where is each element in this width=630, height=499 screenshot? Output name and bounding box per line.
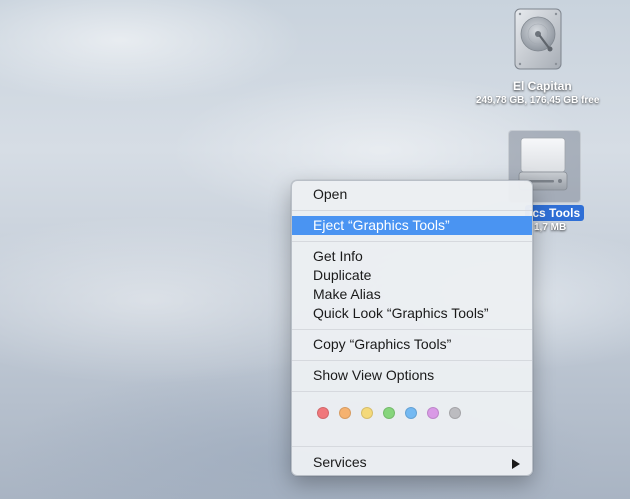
tag-gray[interactable] xyxy=(449,407,461,419)
disk-info-graphics-tools: 1,7 MB xyxy=(534,222,567,233)
menu-item-quick-look[interactable]: Quick Look “Graphics Tools” xyxy=(292,304,532,323)
tag-purple[interactable] xyxy=(427,407,439,419)
tag-blue[interactable] xyxy=(405,407,417,419)
tag-yellow[interactable] xyxy=(361,407,373,419)
context-menu: Open Eject “Graphics Tools” Get Info Dup… xyxy=(291,180,533,476)
disk-name-graphics-tools: ics Tools xyxy=(525,205,585,221)
menu-item-services[interactable]: Services xyxy=(292,453,532,472)
menu-separator xyxy=(292,360,532,361)
menu-separator xyxy=(292,446,532,447)
tag-red[interactable] xyxy=(317,407,329,419)
menu-item-duplicate[interactable]: Duplicate xyxy=(292,266,532,285)
disk-name-el-capitan: El Capitan xyxy=(513,79,572,93)
menu-item-show-view-options[interactable]: Show View Options xyxy=(292,366,532,385)
menu-separator xyxy=(292,329,532,330)
menu-item-services-label: Services xyxy=(313,454,367,470)
tag-green[interactable] xyxy=(383,407,395,419)
menu-separator xyxy=(292,391,532,392)
menu-item-copy[interactable]: Copy “Graphics Tools” xyxy=(292,335,532,354)
tag-color-row xyxy=(317,407,461,421)
menu-item-get-info[interactable]: Get Info xyxy=(292,247,532,266)
disk-info-el-capitan: 249,78 GB, 176,45 GB free xyxy=(476,95,600,106)
menu-separator xyxy=(292,210,532,211)
menu-item-make-alias[interactable]: Make Alias xyxy=(292,285,532,304)
desktop: { "desktop": { "disk1": { "name": "El Ca… xyxy=(0,0,630,499)
submenu-arrow-icon xyxy=(512,459,520,469)
tag-orange[interactable] xyxy=(339,407,351,419)
menu-item-eject[interactable]: Eject “Graphics Tools” xyxy=(292,216,532,235)
menu-item-open[interactable]: Open xyxy=(292,185,532,204)
menu-separator xyxy=(292,241,532,242)
internal-hard-disk-icon xyxy=(514,8,562,70)
